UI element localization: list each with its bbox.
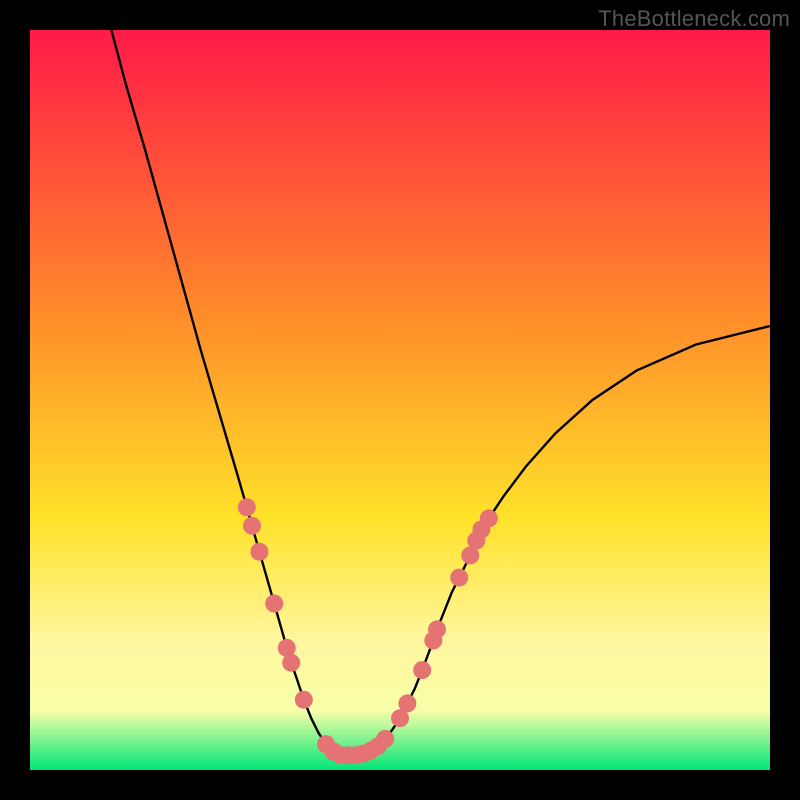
data-marker xyxy=(265,595,283,613)
data-marker xyxy=(282,654,300,672)
chart-frame: TheBottleneck.com xyxy=(0,0,800,800)
data-marker xyxy=(398,694,416,712)
plot-area xyxy=(30,30,770,770)
pale-band xyxy=(30,630,770,680)
data-marker xyxy=(428,620,446,638)
plot-svg xyxy=(30,30,770,770)
data-marker xyxy=(295,691,313,709)
watermark-text: TheBottleneck.com xyxy=(598,6,790,32)
data-marker xyxy=(376,730,394,748)
data-marker xyxy=(250,543,268,561)
data-marker xyxy=(480,509,498,527)
data-marker xyxy=(450,569,468,587)
data-marker xyxy=(238,498,256,516)
data-marker xyxy=(413,661,431,679)
data-marker xyxy=(243,517,261,535)
